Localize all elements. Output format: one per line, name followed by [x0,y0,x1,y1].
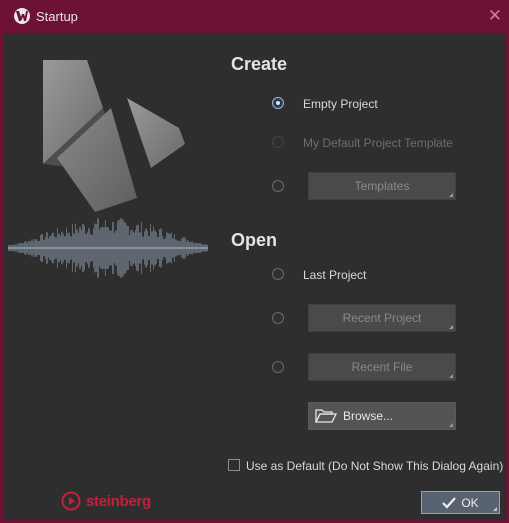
close-icon[interactable]: ✕ [488,6,502,26]
templates-button-label: Templates [354,179,410,193]
wavelab-app-icon [14,8,30,24]
recent-file-button: Recent File [308,353,456,381]
use-as-default-checkbox[interactable] [228,459,240,471]
ok-button[interactable]: OK [421,491,500,514]
steinberg-logo: steinberg [61,491,151,511]
steinberg-wordmark: steinberg [86,492,151,510]
wavelab-logo [39,58,189,223]
startup-dialog: Startup ✕ Create Empty Project My Defaul… [0,0,509,523]
button-corner-indicator [449,193,453,197]
empty-project-label[interactable]: Empty Project [303,97,378,111]
recent-file-button-label: Recent File [351,360,413,374]
button-corner-indicator [449,325,453,329]
browse-button[interactable]: Browse... [308,402,456,430]
recent-file-radio[interactable] [272,361,284,373]
ok-button-label: OK [461,495,479,510]
button-corner-indicator [449,423,453,427]
window-title: Startup [36,9,78,24]
last-project-label[interactable]: Last Project [303,268,366,282]
recent-project-radio[interactable] [272,312,284,324]
button-corner-indicator [449,374,453,378]
folder-open-icon [315,408,337,424]
create-heading: Create [231,54,288,74]
browse-button-label: Browse... [343,409,394,423]
waveform-graphic [7,218,208,283]
recent-project-button-label: Recent Project [342,311,422,325]
templates-radio[interactable] [272,180,284,192]
steinberg-play-icon [61,491,81,511]
button-corner-indicator [493,507,497,511]
use-as-default-label[interactable]: Use as Default (Do Not Show This Dialog … [246,459,503,473]
default-template-label: My Default Project Template [303,136,453,150]
templates-button: Templates [308,172,456,200]
last-project-radio[interactable] [272,268,284,280]
empty-project-radio[interactable] [272,97,284,109]
recent-project-button: Recent Project [308,304,456,332]
title-bar[interactable]: Startup ✕ [3,0,509,33]
checkmark-icon [442,496,457,509]
default-template-radio [272,136,284,148]
open-heading: Open [231,230,278,250]
